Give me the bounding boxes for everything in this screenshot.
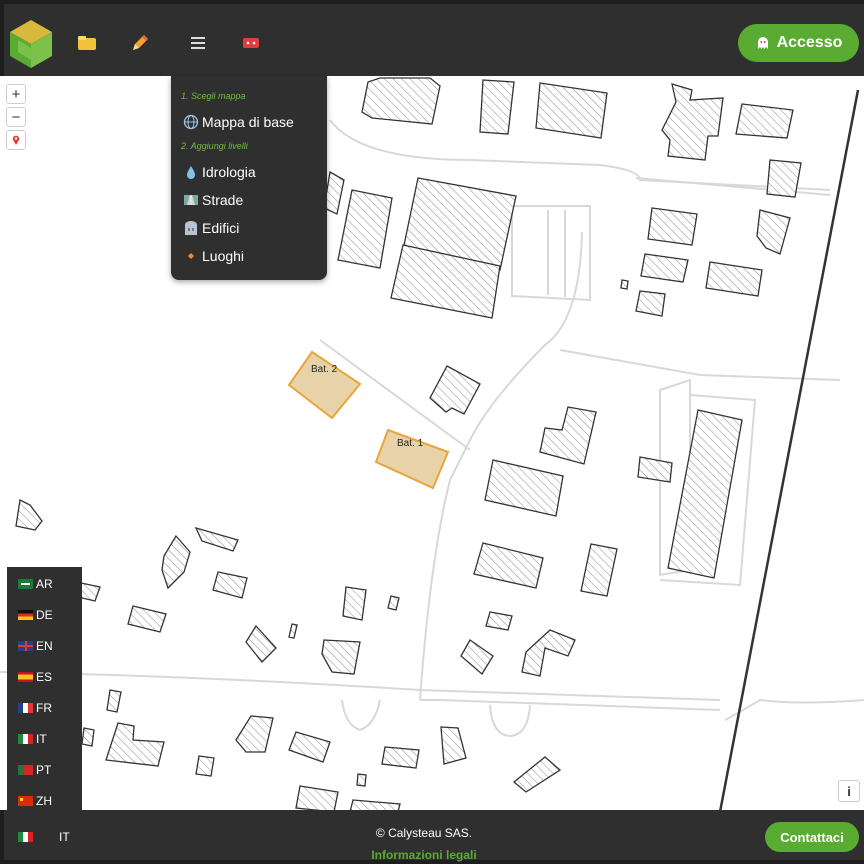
lang-label: ES [36, 670, 53, 684]
flag-uk-icon [18, 641, 33, 651]
menu-item-hydrology[interactable]: Idrologia [183, 164, 256, 180]
menu-item-label: Strade [202, 192, 244, 208]
menu-item-places[interactable]: Luoghi [183, 248, 244, 264]
building-label-bat2: Bat. 2 [311, 364, 338, 375]
lang-item-en[interactable]: EN [18, 639, 53, 653]
lang-label: AR [36, 577, 53, 591]
menu-item-roads[interactable]: Strade [183, 192, 243, 208]
top-bar: Accesso [4, 4, 864, 76]
menu-item-label: Luoghi [202, 248, 245, 264]
menu-step-1: 1. Scegli mappa [181, 91, 246, 101]
map-canvas[interactable]: Bat. 2 Bat. 1 [0, 76, 864, 810]
logo[interactable] [8, 18, 54, 70]
login-button[interactable]: Accesso [738, 24, 859, 62]
lang-item-pt[interactable]: PT [18, 763, 51, 777]
info-button[interactable]: i [838, 780, 860, 802]
water-drop-icon [187, 166, 195, 179]
language-panel: AR DE EN ES FR IT PT ZH [7, 567, 82, 810]
building-icon [185, 221, 197, 235]
diamond-icon [188, 253, 194, 259]
lang-label: IT [36, 732, 47, 746]
zoom-out-button[interactable]: − [6, 107, 26, 127]
menu-item-base-map[interactable]: Mappa di base [183, 114, 294, 130]
flag-it-icon [18, 734, 33, 744]
menu-item-label: Edifici [202, 220, 240, 236]
lang-item-it[interactable]: IT [18, 732, 47, 746]
globe-icon [183, 114, 199, 130]
lang-item-zh[interactable]: ZH [18, 794, 52, 808]
lang-item-de[interactable]: DE [18, 608, 53, 622]
lang-label: FR [36, 701, 52, 715]
flag-de-icon [18, 610, 33, 620]
flag-pt-icon [18, 765, 33, 775]
lang-label: PT [36, 763, 52, 777]
map-layer [0, 77, 864, 810]
flag-fr-icon [18, 703, 33, 713]
pin-icon [12, 135, 20, 145]
lang-label: ZH [36, 794, 52, 808]
lang-label: EN [36, 639, 53, 653]
menu-item-label: Mappa di base [202, 114, 294, 130]
flag-es-icon [18, 672, 33, 682]
footer: IT © Calysteau SAS. Informazioni legali … [4, 810, 864, 862]
flag-cn-icon [18, 796, 33, 806]
pencil-icon[interactable] [129, 32, 151, 54]
menu-step-2: 2. Aggiungi livelli [181, 141, 248, 151]
ticket-icon[interactable] [240, 32, 262, 54]
ghost-icon [757, 37, 768, 49]
lang-item-es[interactable]: ES [18, 670, 52, 684]
flag-sa-icon [18, 579, 33, 589]
folder-icon[interactable] [76, 32, 98, 54]
menu-icon[interactable] [187, 32, 209, 54]
lang-item-fr[interactable]: FR [18, 701, 52, 715]
login-label: Accesso [776, 34, 843, 51]
copyright-text: © Calysteau SAS. [375, 826, 473, 840]
legal-info-link[interactable]: Informazioni legali [4, 848, 844, 862]
locate-button[interactable] [6, 130, 26, 150]
lang-label: DE [36, 608, 53, 622]
layers-menu: 1. Scegli mappa Mappa di base 2. Aggiung… [171, 76, 327, 280]
building-label-bat1: Bat. 1 [397, 438, 424, 449]
zoom-in-button[interactable]: + [6, 84, 26, 104]
lang-item-ar[interactable]: AR [18, 577, 53, 591]
contact-button[interactable]: Contattaci [765, 822, 859, 852]
menu-item-buildings[interactable]: Edifici [183, 220, 239, 236]
menu-item-label: Idrologia [202, 164, 256, 180]
road-icon [184, 195, 198, 205]
